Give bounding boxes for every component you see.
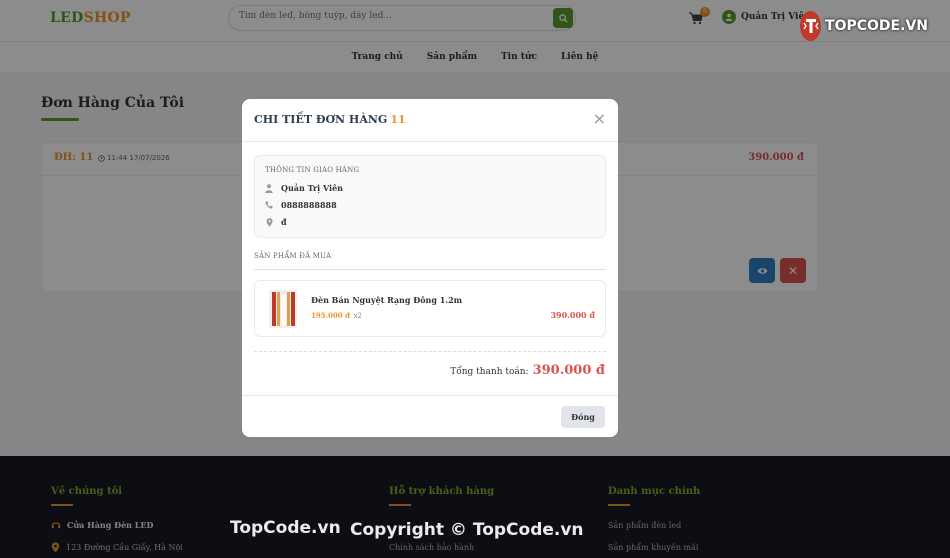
product-name: Đèn Bán Nguyệt Rạng Đông 1.2m	[311, 295, 463, 305]
modal-footer: Đóng	[242, 395, 618, 437]
modal-order-number: 11	[390, 113, 406, 126]
product-thumbnail	[269, 290, 297, 328]
location-pin-icon	[265, 217, 273, 227]
phone-icon	[265, 201, 273, 210]
order-detail-modal: CHI TIẾT ĐƠN HÀNG 11 × THÔNG TIN GIAO HÀN…	[242, 99, 618, 437]
total-label: Tổng thanh toán:	[450, 367, 529, 377]
topcode-badge-text: TOPCODE.VN	[825, 18, 928, 34]
modal-close-icon[interactable]: ×	[593, 111, 606, 127]
total-value: 390.000 đ	[532, 363, 605, 378]
shipping-info-label: THÔNG TIN GIAO HÀNG	[265, 166, 360, 174]
topcode-badge: TOPCODE.VN	[800, 10, 928, 42]
modal-title: CHI TIẾT ĐƠN HÀNG 11	[254, 113, 406, 126]
total-row: Tổng thanh toán: 390.000 đ	[450, 363, 605, 378]
modal-title-text: CHI TIẾT ĐƠN HÀNG	[254, 113, 388, 126]
products-section-label: SẢN PHẨM ĐÃ MUA	[254, 252, 332, 260]
address-row: đ	[265, 217, 287, 227]
watermark-text-copyright: Copyright © TopCode.vn	[350, 520, 584, 540]
dashed-divider	[254, 351, 606, 352]
address-text: đ	[281, 217, 287, 227]
section-divider	[254, 269, 606, 270]
recipient-name: Quản Trị Viên	[281, 183, 343, 193]
modal-header: CHI TIẾT ĐƠN HÀNG 11 ×	[242, 99, 618, 142]
shipping-info-box: THÔNG TIN GIAO HÀNG Quản Trị Viên 088888…	[254, 155, 606, 238]
user-icon	[265, 183, 273, 193]
phone-row: 0888888888	[265, 200, 337, 210]
product-quantity: x2	[353, 312, 362, 320]
recipient-row: Quản Trị Viên	[265, 183, 343, 193]
phone-number: 0888888888	[281, 200, 337, 210]
topcode-logo-icon	[800, 11, 822, 41]
watermark-text-left: TopCode.vn	[230, 518, 341, 538]
close-button[interactable]: Đóng	[561, 406, 605, 428]
product-price: 195.000 đ x2	[311, 311, 362, 320]
product-item: Đèn Bán Nguyệt Rạng Đông 1.2m 195.000 đ …	[254, 280, 606, 337]
product-unit-price: 195.000 đ	[311, 311, 350, 320]
product-subtotal: 390.000 đ	[550, 310, 595, 320]
